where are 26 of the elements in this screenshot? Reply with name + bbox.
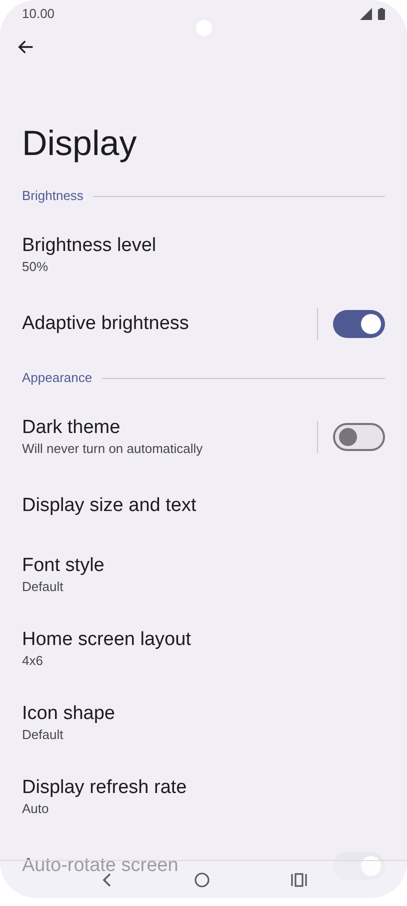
section-header: Brightness [22,187,84,206]
recent-apps-icon[interactable] [290,872,306,886]
setting-title[interactable]: Font style [22,554,385,578]
setting-summary: Auto [22,800,50,818]
setting-title[interactable]: Icon shape [22,702,385,726]
setting-summary: Default [22,578,64,596]
battery-icon [378,8,385,20]
setting-title[interactable]: Home screen layout [22,628,385,652]
status-time: 10.00 [22,4,55,23]
toggle-switch[interactable] [333,852,385,880]
setting-title[interactable]: Display refresh rate [22,776,385,800]
setting-title[interactable]: Adaptive brightness [22,312,317,336]
setting-summary: Default [22,726,64,744]
back-nav-icon[interactable] [100,872,112,888]
page-title: Display [22,122,137,165]
setting-title[interactable]: Brightness level [22,234,385,258]
toggle-switch[interactable] [333,310,385,338]
setting-title[interactable]: Dark theme [22,416,317,440]
setting-summary: Will never turn on automatically [22,440,204,458]
home-nav-icon[interactable] [194,872,210,888]
setting-summary: 50% [22,258,50,276]
section-header: Appearance [22,369,92,388]
signal-icon [360,8,372,20]
setting-summary: 4x6 [22,652,44,670]
setting-title[interactable]: Display size and text [22,494,385,518]
toggle-switch[interactable] [333,423,385,451]
